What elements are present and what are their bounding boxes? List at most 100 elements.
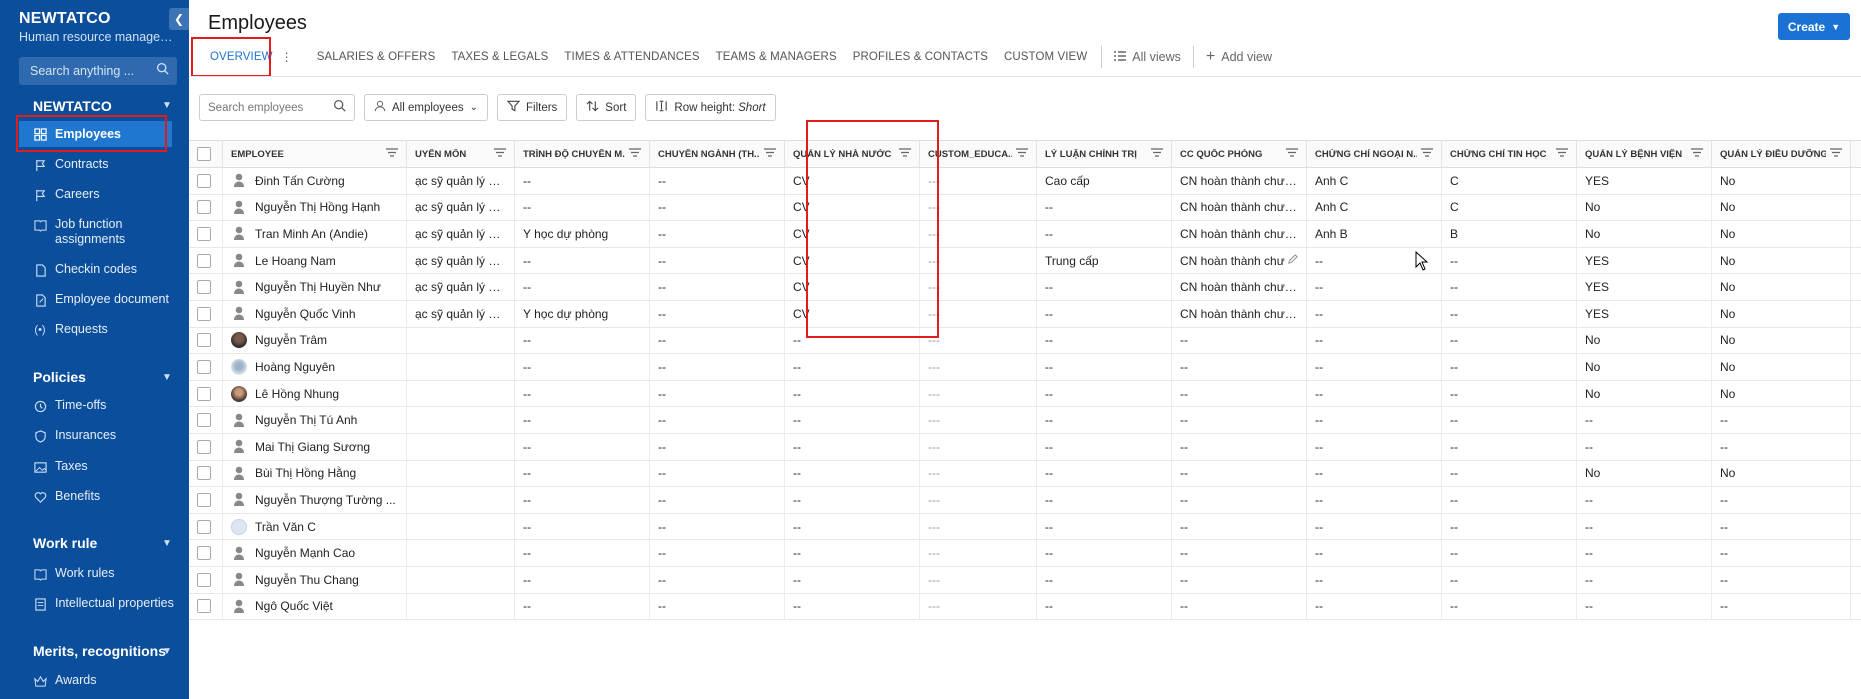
cell-dieu-duong[interactable]: No	[1712, 460, 1851, 487]
cell-benh-vien[interactable]: No	[1577, 354, 1712, 380]
cell-ly-luan[interactable]: Cao cấp	[1037, 168, 1172, 194]
cell-tin-hoc[interactable]: --	[1442, 593, 1577, 620]
cell-chuyen-nganh[interactable]: --	[650, 380, 785, 407]
filter-icon[interactable]	[1556, 148, 1568, 160]
cell-chuyen-nganh[interactable]: --	[650, 194, 785, 221]
section-newtatco[interactable]: NEWTATCO	[33, 98, 112, 114]
cell-cc-quoc-phong[interactable]: CN hoàn thành chươ...	[1172, 300, 1307, 327]
employee-name[interactable]: Mai Thị Giang Sương	[255, 440, 370, 454]
sidebar-item-job-function[interactable]: Job function assignments	[33, 217, 173, 246]
cell-trinh-do[interactable]: --	[515, 407, 650, 433]
cell-chuyen-nganh[interactable]: --	[650, 327, 785, 354]
cell-custom-educa[interactable]: ---	[920, 354, 1037, 380]
checkbox[interactable]	[197, 306, 211, 321]
employee-name-cell[interactable]: Tran Minh An (Andie)	[223, 221, 407, 247]
cell-ly-luan[interactable]: --	[1037, 407, 1172, 433]
cell-chuyen-mon[interactable]: ạc sỹ quản lý bệnh...	[407, 274, 515, 300]
cell-dieu-duong[interactable]: No	[1712, 327, 1851, 354]
cell-trinh-do[interactable]: --	[515, 194, 650, 221]
sidebar-item-requests[interactable]: (•) Requests	[33, 322, 107, 342]
checkbox[interactable]	[197, 599, 211, 614]
cell-tin-hoc[interactable]: C	[1442, 194, 1577, 221]
checkbox[interactable]	[197, 386, 211, 401]
table-row[interactable]: Bùi Thị Hồng Hằng -- -- -- --- -- -- -- -- No No	[189, 460, 1861, 488]
section-policies[interactable]: Policies	[33, 369, 86, 385]
sidebar-item-benefits[interactable]: Benefits	[33, 489, 100, 509]
filter-icon[interactable]	[494, 148, 506, 160]
cell-ly-luan[interactable]: --	[1037, 300, 1172, 327]
chevron-down-icon[interactable]: ▼	[162, 538, 172, 549]
all-employees-dropdown[interactable]: All employees ⌄	[364, 94, 488, 121]
cell-trinh-do[interactable]: --	[515, 168, 650, 194]
table-row[interactable]: Trần Văn C -- -- -- --- -- -- -- -- -- --	[189, 513, 1861, 541]
cell-chuyen-mon[interactable]	[407, 460, 515, 487]
filter-icon[interactable]	[629, 148, 641, 160]
sidebar-item-careers[interactable]: Careers	[33, 187, 99, 207]
employee-name[interactable]: Nguyễn Mạnh Cao	[255, 546, 355, 560]
employee-name-cell[interactable]: Lê Hồng Nhung	[223, 380, 407, 407]
cell-ly-luan[interactable]: --	[1037, 194, 1172, 221]
cell-dieu-duong[interactable]: --	[1712, 566, 1851, 593]
edit-pencil-icon[interactable]	[1287, 253, 1298, 268]
cell-chuyen-nganh[interactable]: --	[650, 407, 785, 433]
cell-trinh-do[interactable]: --	[515, 540, 650, 566]
employee-name-cell[interactable]: Nguyễn Thị Hồng Hạnh	[223, 194, 407, 221]
cell-dieu-duong[interactable]: --	[1712, 487, 1851, 513]
employee-name-cell[interactable]: Nguyễn Thu Chang	[223, 566, 407, 593]
checkbox[interactable]	[197, 226, 211, 241]
cell-cc-quoc-phong[interactable]: --	[1172, 433, 1307, 460]
sidebar-item-time-offs[interactable]: Time-offs	[33, 398, 106, 418]
sidebar-search-input[interactable]	[30, 64, 150, 78]
cell-dieu-duong[interactable]: --	[1712, 540, 1851, 566]
cell-dieu-duong[interactable]: No	[1712, 168, 1851, 194]
cell-benh-vien[interactable]: No	[1577, 380, 1712, 407]
employee-search[interactable]	[199, 94, 355, 121]
cell-trinh-do[interactable]: Y học dự phòng	[515, 221, 650, 247]
row-checkbox-cell[interactable]	[189, 593, 223, 620]
cell-custom-educa[interactable]: ---	[920, 433, 1037, 460]
sidebar-item-contracts[interactable]: Contracts	[33, 157, 109, 177]
cell-ly-luan[interactable]: --	[1037, 540, 1172, 566]
cell-ly-luan[interactable]: --	[1037, 566, 1172, 593]
row-checkbox-cell[interactable]	[189, 274, 223, 300]
all-views-button[interactable]: All views	[1108, 50, 1187, 64]
chevron-down-icon[interactable]: ▼	[162, 100, 172, 111]
cell-ngoai-ngu[interactable]: --	[1307, 407, 1442, 433]
employee-name[interactable]: Le Hoang Nam	[255, 254, 336, 268]
cell-quan-ly-nha-nuoc[interactable]: --	[785, 380, 920, 407]
cell-ly-luan[interactable]: --	[1037, 460, 1172, 487]
cell-ngoai-ngu[interactable]: --	[1307, 274, 1442, 300]
filter-icon[interactable]	[764, 148, 776, 160]
cell-cc-quoc-phong[interactable]: CN hoàn thành chươ...	[1172, 274, 1307, 300]
cell-custom-educa[interactable]: ---	[920, 540, 1037, 566]
cell-benh-vien[interactable]: YES	[1577, 300, 1712, 327]
employee-name-cell[interactable]: Nguyễn Thượng Tường ...	[223, 487, 407, 513]
row-checkbox-cell[interactable]	[189, 513, 223, 540]
cell-quan-ly-nha-nuoc[interactable]: --	[785, 407, 920, 433]
employee-name[interactable]: Nguyễn Thu Chang	[255, 573, 359, 587]
sidebar-item-insurances[interactable]: Insurances	[33, 428, 116, 448]
table-row[interactable]: Ngô Quốc Việt -- -- -- --- -- -- -- -- -- --	[189, 593, 1861, 621]
cell-chuyen-mon[interactable]: ạc sỹ quản lý bệnh...	[407, 194, 515, 221]
tab-times[interactable]: TIMES & ATTENDANCES	[556, 51, 707, 63]
employee-name[interactable]: Trần Văn C	[255, 520, 316, 534]
cell-custom-educa[interactable]: ---	[920, 407, 1037, 433]
cell-quan-ly-nha-nuoc[interactable]: --	[785, 540, 920, 566]
checkbox[interactable]	[197, 173, 211, 188]
cell-cc-quoc-phong[interactable]: --	[1172, 540, 1307, 566]
checkbox[interactable]	[197, 413, 211, 428]
cell-cc-quoc-phong[interactable]: --	[1172, 460, 1307, 487]
cell-quan-ly-nha-nuoc[interactable]: --	[785, 593, 920, 620]
checkbox[interactable]	[197, 253, 211, 268]
table-row[interactable]: Tran Minh An (Andie) ạc sỹ quản lý bệnh..…	[189, 221, 1861, 248]
cell-tin-hoc[interactable]: --	[1442, 540, 1577, 566]
cell-chuyen-mon[interactable]	[407, 407, 515, 433]
cell-ngoai-ngu[interactable]: Anh B	[1307, 221, 1442, 247]
employee-name[interactable]: Ngô Quốc Việt	[255, 599, 333, 613]
select-all-checkbox[interactable]	[189, 141, 223, 167]
cell-chuyen-nganh[interactable]: --	[650, 593, 785, 620]
cell-benh-vien[interactable]: No	[1577, 221, 1712, 247]
employee-name[interactable]: Nguyễn Trâm	[255, 333, 327, 347]
row-checkbox-cell[interactable]	[189, 168, 223, 194]
cell-ngoai-ngu[interactable]: --	[1307, 354, 1442, 380]
